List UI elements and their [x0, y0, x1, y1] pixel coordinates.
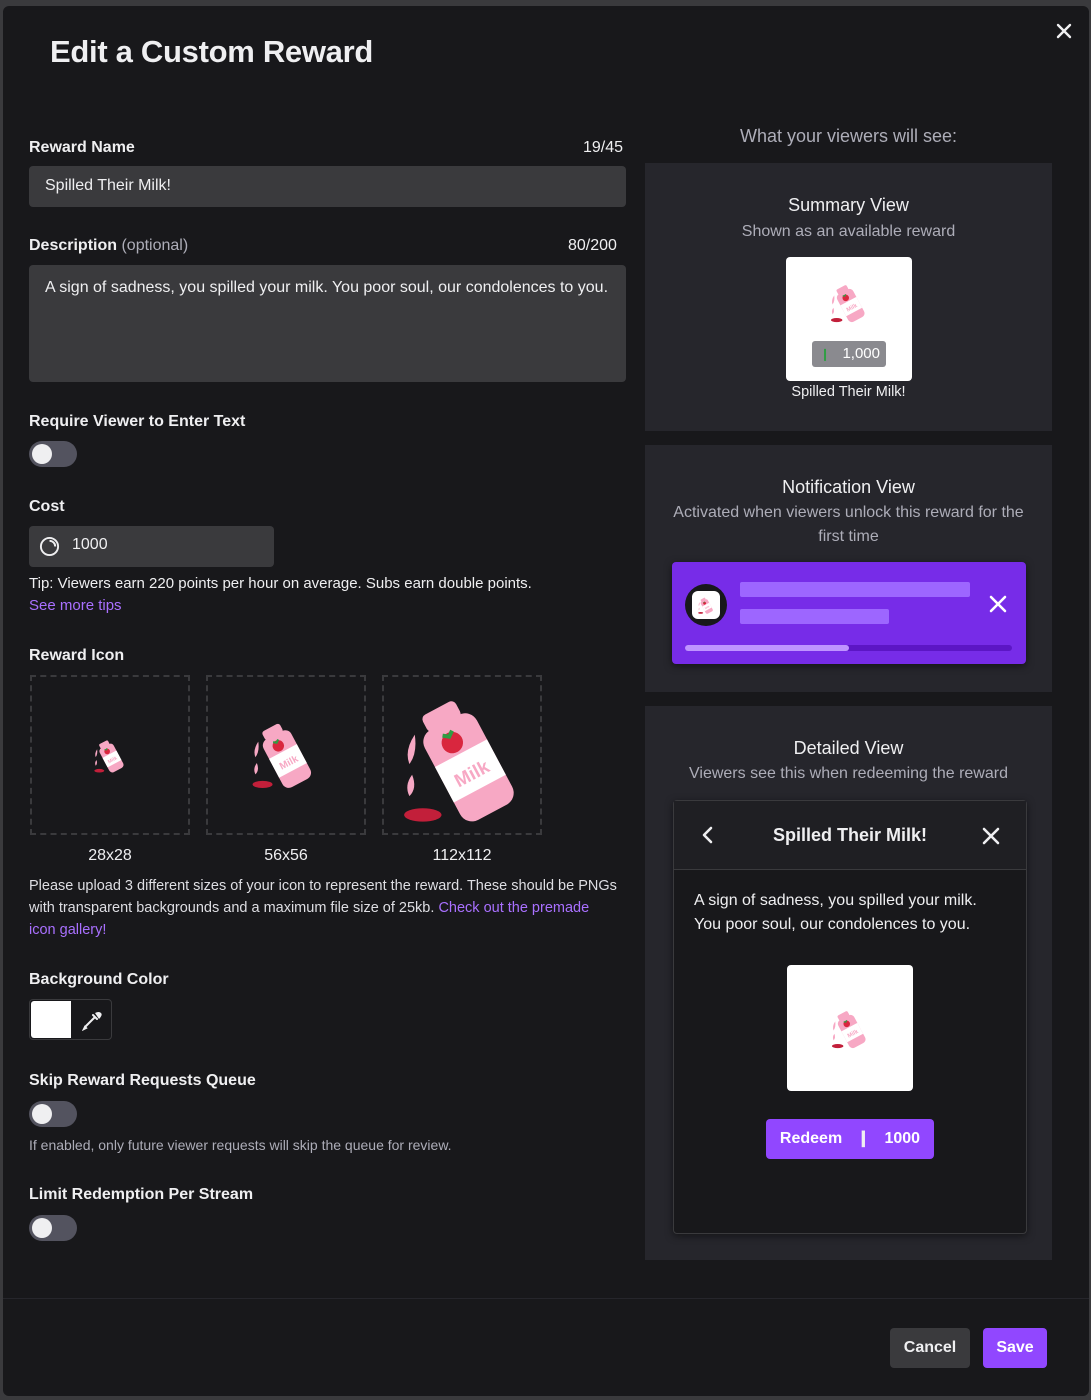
notification-card	[672, 562, 1026, 664]
description-value: A sign of sadness, you spilled your milk…	[45, 279, 609, 296]
summary-view-title: Summary View	[788, 195, 909, 215]
description-counter: 80/200	[568, 237, 617, 254]
close-icon[interactable]	[987, 593, 1009, 615]
milk-icon	[90, 735, 130, 775]
redeem-label: Redeem	[779, 1130, 843, 1147]
detailed-reward-name: Spilled Their Milk!	[772, 825, 928, 845]
notification-progress-fill	[685, 645, 849, 651]
placeholder-line	[740, 609, 889, 624]
milk-icon	[244, 713, 324, 793]
points-icon: ❙	[856, 1130, 871, 1147]
points-icon: ❙	[820, 347, 831, 361]
toggle-knob	[32, 1104, 52, 1124]
detailed-view-subtitle: Viewers see this when redeeming the rewa…	[689, 765, 1008, 782]
milk-icon	[827, 1005, 873, 1051]
description-optional: (optional)	[121, 237, 189, 254]
icon-upload-28[interactable]	[30, 675, 190, 835]
color-swatch[interactable]	[31, 1001, 71, 1038]
summary-reward-card[interactable]: ❙ 1,000	[786, 257, 912, 381]
milk-icon	[826, 279, 872, 325]
summary-cost: 1,000	[842, 345, 880, 362]
detailed-view-panel: Detailed View Viewers see this when rede…	[645, 706, 1052, 1260]
redeem-button[interactable]: Redeem ❙ 1000	[766, 1119, 934, 1159]
notification-view-title: Notification View	[782, 477, 915, 497]
summary-cost-badge: ❙ 1,000	[812, 341, 886, 367]
modal-title: Edit a Custom Reward	[50, 34, 373, 69]
icon-size-112: 112x112	[432, 847, 492, 864]
toggle-knob	[32, 1218, 52, 1238]
icon-size-56: 56x56	[264, 847, 308, 864]
description-label: Description (optional)	[29, 237, 188, 255]
icon-help-text: Please upload 3 different sizes of your …	[29, 875, 619, 941]
cost-label: Cost	[29, 498, 65, 515]
notification-view-subtitle: Activated when viewers unlock this rewar…	[673, 504, 1024, 545]
skip-queue-help: If enabled, only future viewer requests …	[29, 1137, 452, 1153]
skip-queue-label: Skip Reward Requests Queue	[29, 1072, 256, 1089]
toggle-knob	[32, 444, 52, 464]
detailed-reward-card: Spilled Their Milk! A sign of sadness, y…	[673, 800, 1027, 1234]
reward-name-value: Spilled Their Milk!	[45, 177, 171, 194]
reward-icon-label: Reward Icon	[29, 647, 125, 664]
reward-name-label: Reward Name	[29, 139, 135, 156]
placeholder-line	[740, 582, 970, 597]
limit-redemption-label: Limit Redemption Per Stream	[29, 1186, 254, 1203]
close-icon[interactable]	[1053, 20, 1075, 42]
background-color-label: Background Color	[29, 971, 169, 988]
detailed-view-title: Detailed View	[793, 738, 904, 758]
cost-tip: Tip: Viewers earn 220 points per hour on…	[29, 575, 532, 592]
cost-value: 1000	[72, 536, 108, 553]
summary-view-panel: Summary View Shown as an available rewar…	[645, 163, 1052, 431]
redeem-cost: 1000	[884, 1130, 921, 1147]
cost-input[interactable]: 1000	[29, 526, 274, 567]
icon-size-28: 28x28	[88, 847, 132, 864]
reward-name-counter: 19/45	[583, 139, 624, 156]
detailed-icon-card	[787, 965, 913, 1091]
icon-upload-112[interactable]	[382, 675, 542, 835]
limit-redemption-toggle[interactable]	[29, 1215, 77, 1241]
reward-name-input[interactable]: Spilled Their Milk!	[29, 166, 626, 207]
notification-avatar	[685, 584, 727, 626]
icon-bg	[692, 591, 720, 619]
summary-reward-name: Spilled Their Milk!	[791, 384, 906, 400]
milk-icon	[696, 595, 716, 615]
edit-reward-modal: Edit a Custom Reward Reward Name 19/45 S…	[3, 6, 1089, 1396]
require-text-toggle[interactable]	[29, 441, 77, 467]
channel-points-icon	[39, 536, 60, 557]
description-label-text: Description	[29, 237, 118, 254]
notification-view-panel: Notification View Activated when viewers…	[645, 445, 1052, 692]
skip-queue-toggle[interactable]	[29, 1101, 77, 1127]
summary-view-subtitle: Shown as an available reward	[741, 223, 956, 240]
see-more-tips-link[interactable]: See more tips	[29, 595, 122, 617]
background-color-picker	[29, 999, 112, 1040]
description-textarea[interactable]: A sign of sadness, you spilled your milk…	[29, 265, 626, 382]
notification-progress-track	[685, 645, 1012, 651]
close-icon[interactable]	[980, 825, 1002, 847]
detailed-header: Spilled Their Milk!	[674, 801, 1026, 870]
eyedropper-icon[interactable]	[81, 1009, 103, 1031]
preview-heading: What your viewers will see:	[739, 126, 958, 146]
require-text-label: Require Viewer to Enter Text	[29, 413, 246, 430]
detailed-description: A sign of sadness, you spilled your milk…	[694, 892, 977, 933]
save-button[interactable]: Save	[983, 1328, 1047, 1368]
footer-divider	[3, 1298, 1089, 1299]
milk-icon	[388, 681, 538, 831]
cancel-button[interactable]: Cancel	[890, 1328, 970, 1368]
icon-upload-56[interactable]	[206, 675, 366, 835]
